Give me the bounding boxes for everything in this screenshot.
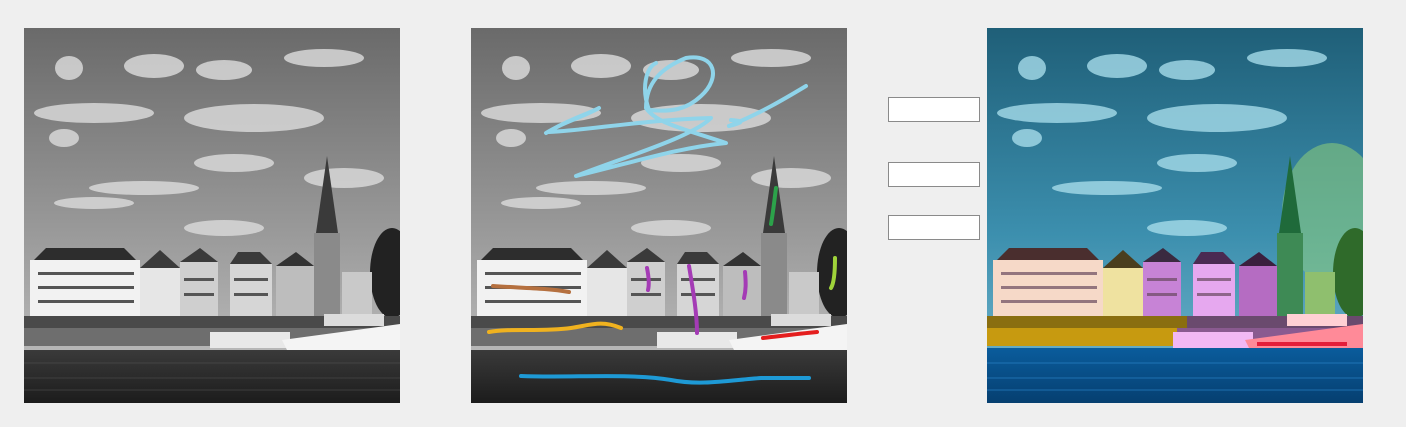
action-button-2[interactable] (888, 162, 980, 187)
action-button-1[interactable] (888, 97, 980, 122)
house-scribble-3 (742, 270, 748, 300)
action-button-3[interactable] (888, 215, 980, 240)
scribbled-input-image[interactable] (471, 28, 847, 403)
house-scribble-1 (645, 266, 651, 292)
colorized-output-image (987, 28, 1363, 403)
original-grayscale-image (24, 28, 400, 403)
